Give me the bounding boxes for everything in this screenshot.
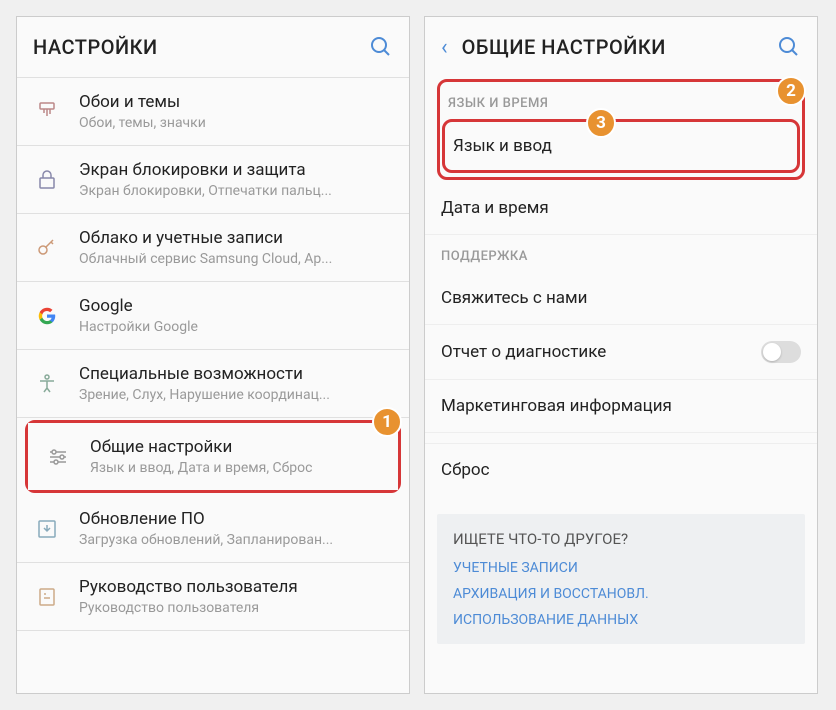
list-text: Обои и темы Обои, темы, значки — [79, 92, 393, 131]
settings-list: Обои и темы Обои, темы, значки Экран бло… — [17, 77, 409, 631]
item-subtitle: Экран блокировки, Отпечатки пальц... — [79, 183, 393, 199]
list-item-update[interactable]: Обновление ПО Загрузка обновлений, Запла… — [17, 495, 409, 563]
item-label: Отчет о диагностике — [441, 342, 606, 362]
item-title: Обои и темы — [79, 92, 393, 112]
list-item-general[interactable]: Общие настройки Язык и ввод, Дата и врем… — [28, 423, 398, 490]
item-contact[interactable]: Свяжитесь с нами — [425, 272, 817, 325]
key-icon — [33, 234, 61, 262]
accessibility-icon — [33, 370, 61, 398]
item-label: Язык и ввод — [453, 136, 552, 156]
list-text: Руководство пользователя Руководство пол… — [79, 577, 393, 616]
list-text: Экран блокировки и защита Экран блокиров… — [79, 160, 393, 199]
item-subtitle: Руководство пользователя — [79, 600, 393, 616]
item-language-input[interactable]: Язык и ввод — [445, 122, 797, 170]
section-header-support: ПОДДЕРЖКА — [425, 235, 817, 272]
page-title: ОБЩИЕ НАСТРОЙКИ — [462, 35, 777, 59]
footer-title: ИЩЕТЕ ЧТО-ТО ДРУГОЕ? — [453, 530, 789, 548]
item-reset[interactable]: Сброс — [425, 443, 817, 496]
list-text: Обновление ПО Загрузка обновлений, Запла… — [79, 509, 393, 548]
item-subtitle: Зрение, Слух, Нарушение координац... — [79, 387, 393, 403]
list-text: Общие настройки Язык и ввод, Дата и врем… — [90, 437, 382, 476]
list-item-google[interactable]: Google Настройки Google — [17, 282, 409, 350]
item-title: Google — [79, 296, 393, 316]
list-text: Облако и учетные записи Облачный сервис … — [79, 228, 393, 267]
highlight-general: 1 Общие настройки Язык и ввод, Дата и вр… — [25, 420, 401, 493]
item-title: Общие настройки — [90, 437, 382, 457]
item-title: Экран блокировки и защита — [79, 160, 393, 180]
step-badge-3: 3 — [586, 108, 616, 138]
footer-link-accounts[interactable]: УЧЕТНЫЕ ЗАПИСИ — [453, 560, 789, 576]
item-title: Облако и учетные записи — [79, 228, 393, 248]
step-badge-2: 2 — [776, 76, 806, 106]
item-subtitle: Язык и ввод, Дата и время, Сброс — [90, 460, 382, 476]
update-icon — [33, 515, 61, 543]
brush-icon — [33, 98, 61, 126]
item-subtitle: Загрузка обновлений, Запланирован... — [79, 532, 393, 548]
highlight-lang-section: 2 3 ЯЗЫК И ВРЕМЯ Язык и ввод — [437, 79, 805, 180]
footer-link-data[interactable]: ИСПОЛЬЗОВАНИЕ ДАННЫХ — [453, 612, 789, 628]
item-label: Маркетинговая информация — [441, 396, 672, 416]
list-text: Google Настройки Google — [79, 296, 393, 335]
item-title: Специальные возможности — [79, 364, 393, 384]
search-icon[interactable] — [777, 35, 801, 59]
item-title: Руководство пользователя — [79, 577, 393, 597]
item-marketing[interactable]: Маркетинговая информация — [425, 380, 817, 433]
sliders-icon — [44, 443, 72, 471]
back-icon[interactable]: ‹ — [441, 35, 448, 60]
book-icon — [33, 583, 61, 611]
search-icon[interactable] — [369, 35, 393, 59]
item-date-time[interactable]: Дата и время — [425, 182, 817, 235]
list-item-cloud[interactable]: Облако и учетные записи Облачный сервис … — [17, 214, 409, 282]
item-subtitle: Облачный сервис Samsung Cloud, Ap... — [79, 251, 393, 267]
item-label: Свяжитесь с нами — [441, 288, 587, 308]
item-label: Сброс — [441, 460, 489, 480]
item-subtitle: Настройки Google — [79, 319, 393, 335]
page-title: НАСТРОЙКИ — [33, 35, 369, 59]
list-item-manual[interactable]: Руководство пользователя Руководство пол… — [17, 563, 409, 631]
list-item-lockscreen[interactable]: Экран блокировки и защита Экран блокиров… — [17, 146, 409, 214]
toggle-diagnostic[interactable] — [761, 341, 801, 363]
header: ‹ ОБЩИЕ НАСТРОЙКИ — [425, 17, 817, 77]
google-icon — [33, 302, 61, 330]
list-text: Специальные возможности Зрение, Слух, На… — [79, 364, 393, 403]
footer-link-backup[interactable]: АРХИВАЦИЯ И ВОССТАНОВЛ. — [453, 586, 789, 602]
general-settings-screen: ‹ ОБЩИЕ НАСТРОЙКИ 2 3 ЯЗЫК И ВРЕМЯ Язык … — [424, 16, 818, 694]
step-badge-1: 1 — [372, 407, 402, 437]
item-label: Дата и время — [441, 198, 549, 218]
footer-card: ИЩЕТЕ ЧТО-ТО ДРУГОЕ? УЧЕТНЫЕ ЗАПИСИ АРХИ… — [437, 514, 805, 644]
lock-icon — [33, 166, 61, 194]
highlight-lang-item: Язык и ввод — [442, 119, 800, 173]
item-title: Обновление ПО — [79, 509, 393, 529]
section-header-lang: ЯЗЫК И ВРЕМЯ — [440, 82, 802, 119]
list-item-accessibility[interactable]: Специальные возможности Зрение, Слух, На… — [17, 350, 409, 418]
list-item-wallpapers[interactable]: Обои и темы Обои, темы, значки — [17, 78, 409, 146]
settings-screen: НАСТРОЙКИ Обои и темы Обои, темы, значки… — [16, 16, 410, 694]
item-subtitle: Обои, темы, значки — [79, 115, 393, 131]
header: НАСТРОЙКИ — [17, 17, 409, 77]
item-diagnostic[interactable]: Отчет о диагностике — [425, 325, 817, 380]
